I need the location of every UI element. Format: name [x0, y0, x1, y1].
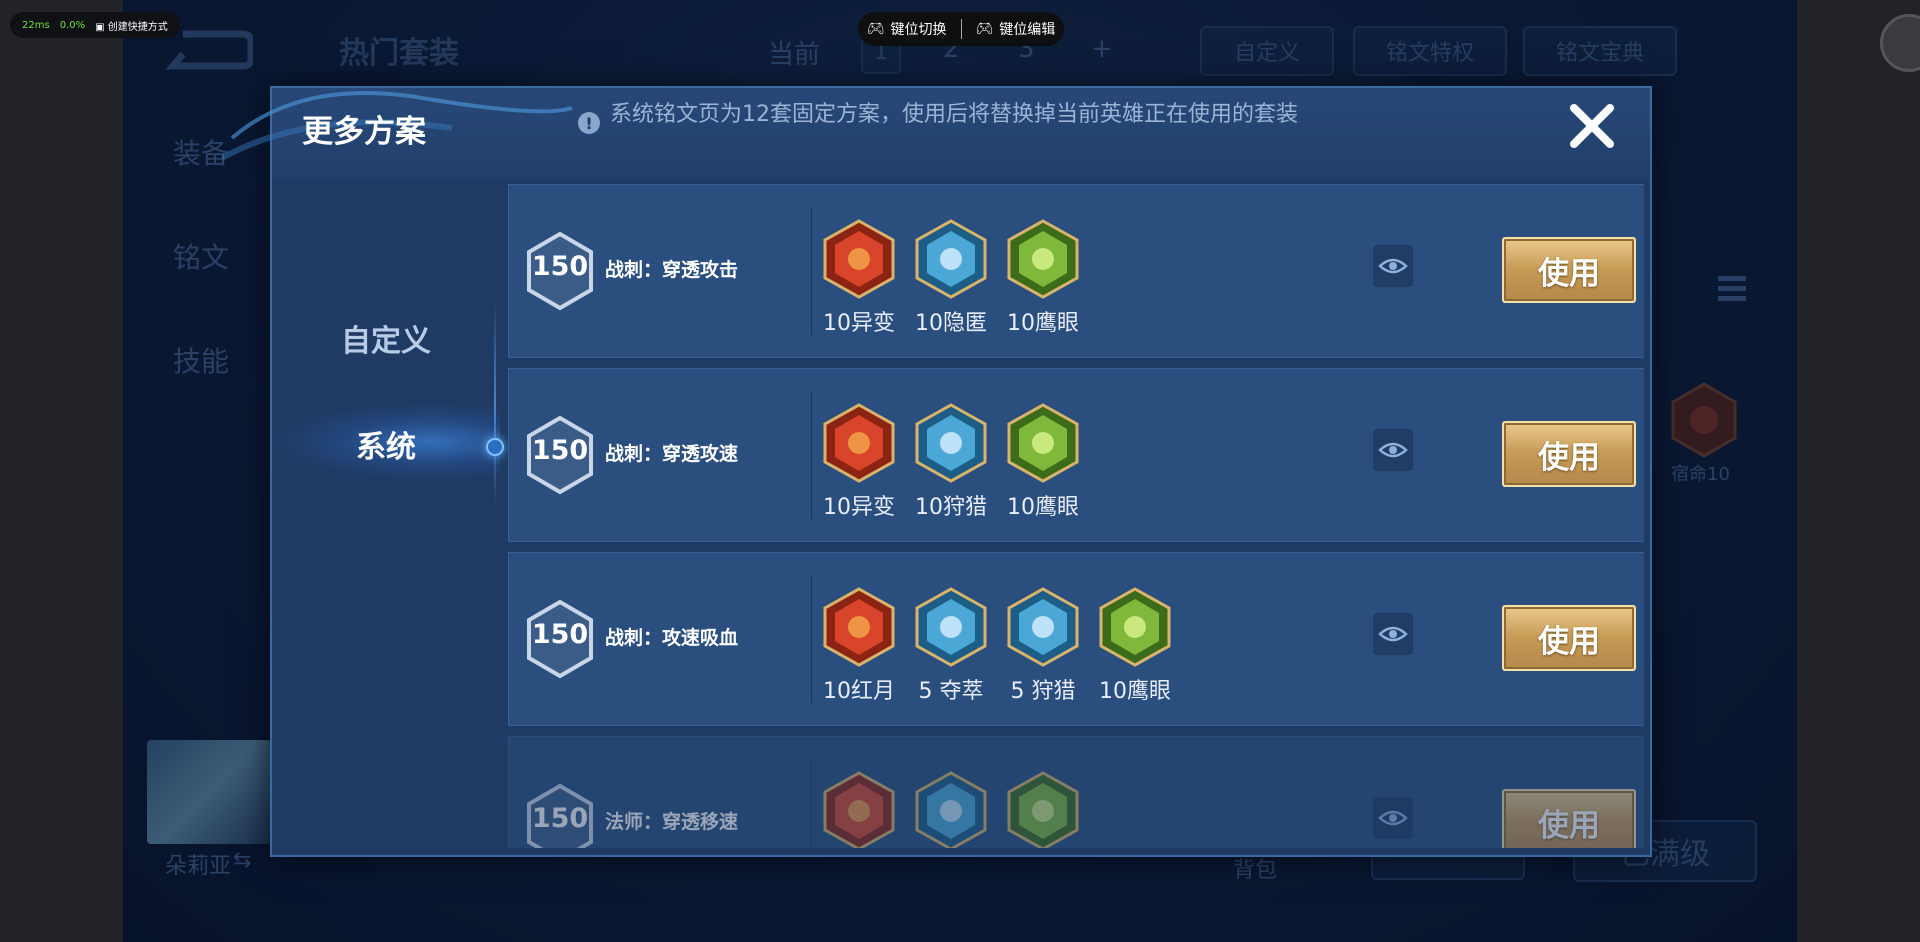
key-edit-button[interactable]: 🎮︎ 键位编辑	[976, 19, 1056, 39]
plan-row: 150 战刺：攻速吸血 10红月 5 夺萃 5 狩猎 10鹰眼 使用	[508, 552, 1644, 726]
plan-name: 法师：穿透移速	[605, 811, 739, 833]
rune-slot[interactable]	[821, 771, 897, 848]
preview-eye-icon[interactable]	[1373, 613, 1413, 655]
plan-name: 战刺：穿透攻速	[605, 443, 739, 465]
dialog-notice: ! 系统铭文页为12套固定方案，使用后将替换掉当前英雄正在使用的套装	[578, 104, 1370, 134]
perf-overlay: 22ms 0.0% ▣ 创建快捷方式	[10, 12, 180, 38]
plan-row: 150 战刺：穿透攻击 10异变 10隐匿 10鹰眼 使用	[508, 184, 1644, 358]
use-button[interactable]: 使用	[1502, 789, 1636, 848]
loss-text: 0.0%	[59, 19, 86, 31]
use-button[interactable]: 使用	[1502, 605, 1636, 671]
row-divider	[811, 391, 812, 519]
rune-label: 10鹰眼	[1007, 311, 1079, 336]
rune-green-icon	[1007, 771, 1079, 848]
plan-level: 150	[531, 803, 589, 834]
dialog-header: 更多方案 ! 系统铭文页为12套固定方案，使用后将替换掉当前英雄正在使用的套装	[222, 88, 1650, 180]
rune-slot[interactable]: 10鹰眼	[1097, 587, 1173, 705]
rune-red-icon	[823, 587, 895, 667]
key-switch-label: 键位切换	[890, 22, 947, 38]
plan-level: 150	[531, 619, 589, 650]
rune-slot[interactable]	[913, 771, 989, 848]
rune-slot[interactable]: 10狩猎	[913, 403, 989, 521]
row-divider	[811, 207, 812, 335]
preview-eye-icon[interactable]	[1373, 429, 1413, 471]
rune-green-icon	[1099, 587, 1171, 667]
floating-menu-button[interactable]	[1880, 14, 1920, 72]
notice-text: 系统铭文页为12套固定方案，使用后将替换掉当前英雄正在使用的套装	[610, 102, 1298, 127]
plan-name: 战刺：穿透攻击	[605, 259, 739, 281]
preview-eye-icon[interactable]	[1373, 797, 1413, 839]
shortcut-label: 创建快捷方式	[107, 21, 168, 33]
rune-label: 5 夺萃	[918, 679, 984, 704]
plan-row: 150 战刺：穿透攻速 10异变 10狩猎 10鹰眼 使用	[508, 368, 1644, 542]
rune-slot[interactable]: 10鹰眼	[1005, 403, 1081, 521]
use-button[interactable]: 使用	[1502, 421, 1636, 487]
rune-red-icon	[823, 771, 895, 848]
use-button[interactable]: 使用	[1502, 237, 1636, 303]
rune-label: 10鹰眼	[1099, 679, 1171, 704]
shortcut-link[interactable]: ▣ 创建快捷方式	[95, 18, 168, 33]
rune-label: 10隐匿	[915, 311, 987, 336]
rune-slot[interactable]: 10异变	[821, 219, 897, 337]
plan-level: 150	[531, 435, 589, 466]
rune-red-icon	[823, 219, 895, 299]
info-icon: !	[578, 112, 600, 134]
plan-name: 战刺：攻速吸血	[605, 627, 739, 649]
row-divider	[811, 575, 812, 703]
rune-blue-icon	[915, 219, 987, 299]
plan-list[interactable]: 150 战刺：穿透攻击 10异变 10隐匿 10鹰眼 使用 150 战刺：穿透攻速 10异变 10…	[508, 184, 1644, 848]
latency-text: 22ms	[22, 19, 50, 31]
key-edit-label: 键位编辑	[999, 22, 1056, 38]
rune-blue-icon	[1007, 587, 1079, 667]
rune-slot[interactable]: 10红月	[821, 587, 897, 705]
rune-slot[interactable]	[1005, 771, 1081, 848]
rune-blue-icon	[915, 771, 987, 848]
rune-slot[interactable]: 10异变	[821, 403, 897, 521]
rune-label: 5 狩猎	[1010, 679, 1076, 704]
rune-slot[interactable]: 10鹰眼	[1005, 219, 1081, 337]
key-bar-divider	[960, 19, 962, 39]
row-divider	[811, 759, 812, 848]
rune-label: 10红月	[823, 679, 895, 704]
more-plans-dialog: 更多方案 ! 系统铭文页为12套固定方案，使用后将替换掉当前英雄正在使用的套装 …	[222, 86, 1652, 857]
dialog-sidebar: 自定义 系统	[272, 180, 504, 855]
preview-eye-icon[interactable]	[1373, 245, 1413, 287]
dialog-title: 更多方案	[302, 114, 426, 150]
tab-system[interactable]: 系统	[272, 422, 500, 466]
plan-level: 150	[531, 251, 589, 282]
rune-label: 10狩猎	[915, 495, 987, 520]
close-icon[interactable]	[1562, 96, 1622, 156]
rune-blue-icon	[915, 587, 987, 667]
plan-row: 150 法师：穿透移速 使用	[508, 736, 1644, 848]
tab-custom[interactable]: 自定义	[272, 316, 500, 360]
rune-slot[interactable]: 5 夺萃	[913, 587, 989, 705]
rune-label: 10异变	[823, 311, 895, 336]
rune-label: 10鹰眼	[1007, 495, 1079, 520]
rune-slot[interactable]: 5 狩猎	[1005, 587, 1081, 705]
rune-red-icon	[823, 403, 895, 483]
rune-label: 10异变	[823, 495, 895, 520]
rune-green-icon	[1007, 219, 1079, 299]
key-switch-button[interactable]: 🎮︎ 键位切换	[867, 19, 947, 39]
rune-green-icon	[1007, 403, 1079, 483]
gamepad-icon: 🎮︎	[866, 21, 885, 37]
key-mapping-bar: 🎮︎ 键位切换 🎮︎ 键位编辑	[858, 12, 1064, 46]
rune-blue-icon	[915, 403, 987, 483]
rune-slot[interactable]: 10隐匿	[913, 219, 989, 337]
gamepad-icon: 🎮︎	[975, 21, 994, 37]
